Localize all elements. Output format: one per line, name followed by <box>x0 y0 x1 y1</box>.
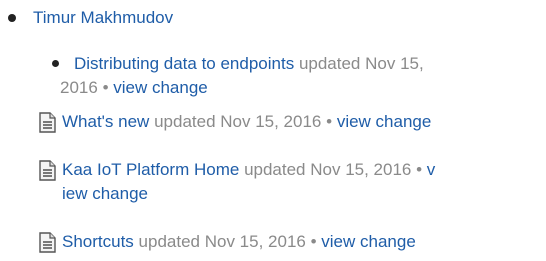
updated-text: updated Nov 15, 2016 <box>138 232 306 251</box>
list-item-whats-new: What's new updated Nov 15, 2016 • view c… <box>39 110 532 134</box>
updated-text: updated Nov 15, 2016 <box>244 160 412 179</box>
view-change-link-part1[interactable]: v <box>427 160 436 179</box>
page-link-shortcuts[interactable]: Shortcuts <box>62 232 134 251</box>
view-change-link[interactable]: view change <box>321 232 416 251</box>
page-icon <box>39 160 56 181</box>
view-change-link[interactable]: view change <box>337 112 432 131</box>
list-item-shortcuts: Shortcuts updated Nov 15, 2016 • view ch… <box>39 230 532 254</box>
item-text: Kaa IoT Platform Home updated Nov 15, 20… <box>62 158 532 206</box>
page-icon <box>39 232 56 253</box>
updated-text: updated Nov 15, 2016 <box>154 112 322 131</box>
page-link-kaa-home[interactable]: Kaa IoT Platform Home <box>62 160 239 179</box>
separator-dot: • <box>102 78 109 97</box>
page-link-distributing-data[interactable]: Distributing data to endpoints <box>74 54 294 73</box>
page-link-whats-new[interactable]: What's new <box>62 112 149 131</box>
view-change-link[interactable]: view change <box>113 78 208 97</box>
author-link[interactable]: Timur Makhmudov <box>33 8 173 28</box>
bullet <box>8 14 16 22</box>
author-row: Timur Makhmudov <box>8 7 173 29</box>
bullet <box>52 60 59 67</box>
list-item-kaa-home: Kaa IoT Platform Home updated Nov 15, 20… <box>39 158 532 206</box>
separator-dot: • <box>416 160 423 179</box>
item-text: Shortcuts updated Nov 15, 2016 • view ch… <box>62 230 532 254</box>
updated-year: 2016 <box>60 78 98 97</box>
updated-text: updated Nov 15, <box>298 54 424 73</box>
item-text: What's new updated Nov 15, 2016 • view c… <box>62 110 532 134</box>
separator-dot: • <box>326 112 333 131</box>
separator-dot: • <box>310 232 317 251</box>
list-item-distributing-data: Distributing data to endpoints updated N… <box>52 52 530 100</box>
view-change-link-part2[interactable]: iew change <box>62 184 148 203</box>
page-icon <box>39 112 56 133</box>
